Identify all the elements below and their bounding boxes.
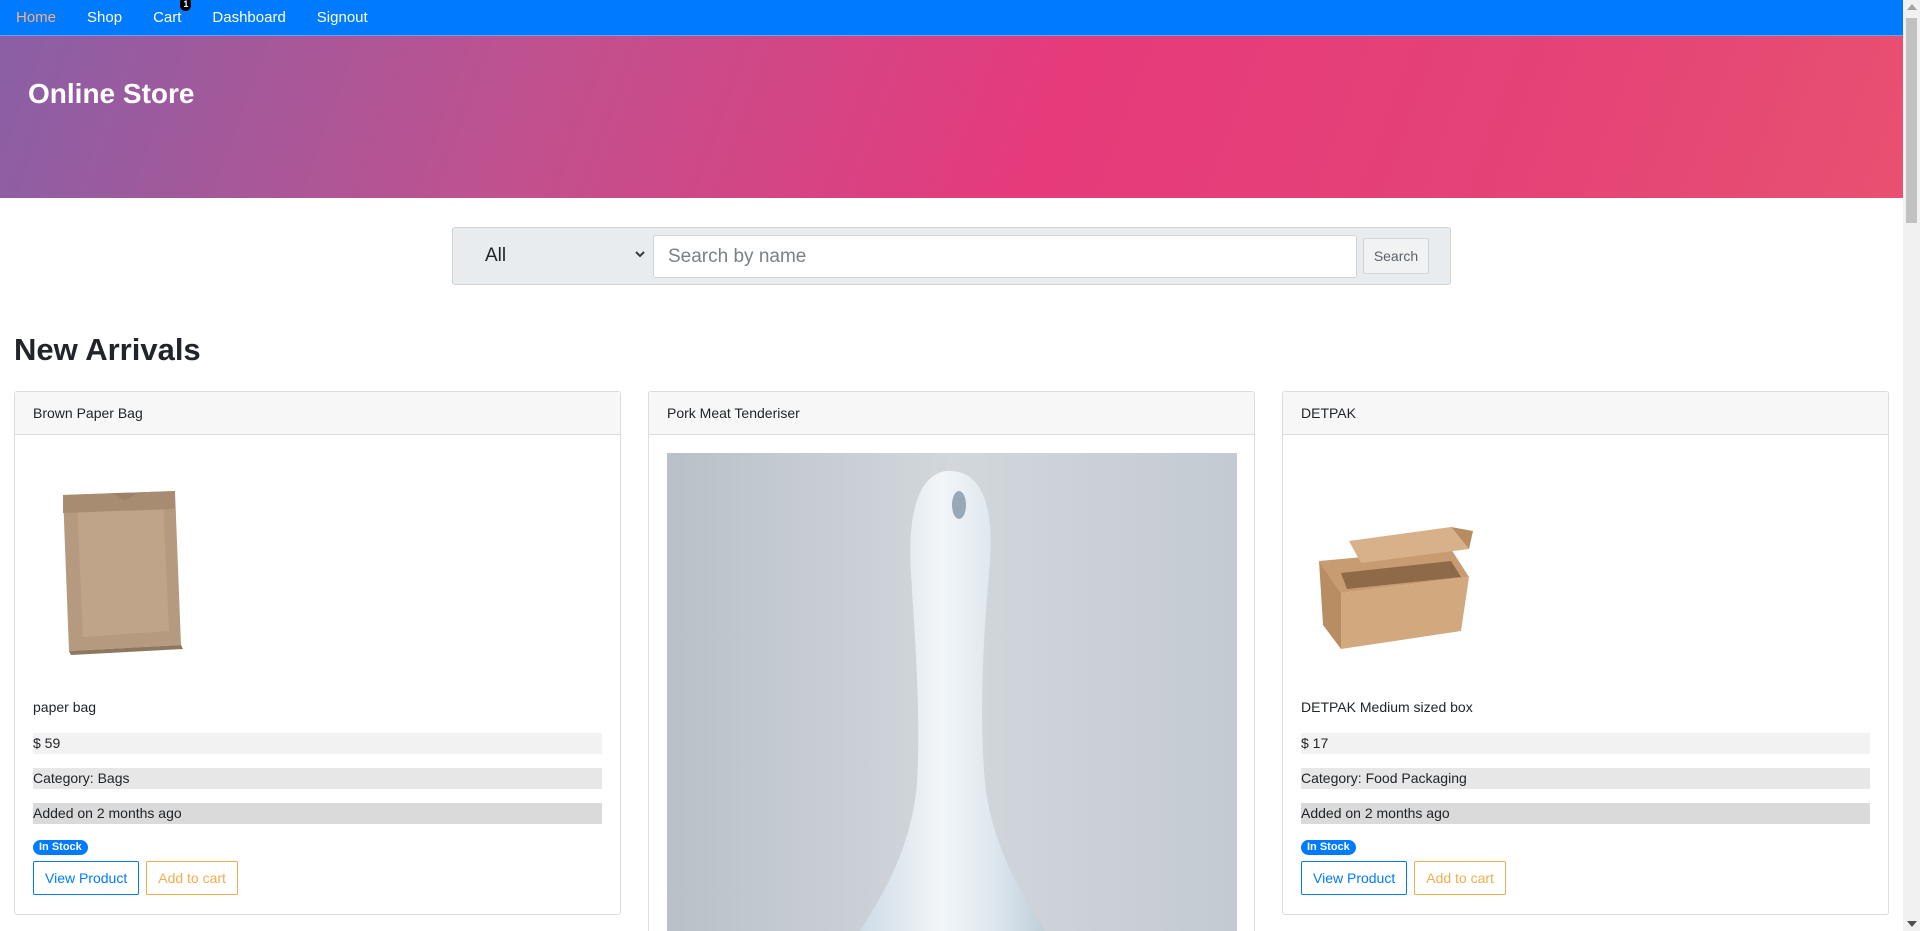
product-card: DETPAK DETPAK Medium sized box $ 17 Cate… [1282,391,1889,915]
scrollbar-thumb[interactable] [1906,18,1917,223]
scroll-up-icon[interactable] [1907,4,1917,10]
nav-shop-link[interactable]: Shop [87,9,122,26]
add-to-cart-button[interactable]: Add to cart [146,861,238,895]
view-product-button[interactable]: View Product [33,861,140,895]
top-navbar: Home Shop Cart 1 Dashboard Signout [0,0,1903,36]
food-box-image [1319,527,1473,649]
product-image [1301,453,1870,685]
product-category: Category: Bags [33,768,602,789]
product-card: Brown Paper Bag paper bag $ 59 Category:… [14,391,621,915]
scroll-down-icon[interactable] [1907,921,1917,927]
search-button[interactable]: Search [1363,238,1429,274]
in-stock-badge: In Stock [1301,840,1356,855]
in-stock-badge: In Stock [33,840,88,855]
product-image [33,453,602,685]
nav-home-link[interactable]: Home [16,9,56,26]
product-added-date: Added on 2 months ago [1301,803,1870,824]
product-name: DETPAK [1283,392,1888,435]
search-input[interactable] [653,235,1357,278]
hero-banner: Online Store [0,36,1903,198]
nav-signout-link[interactable]: Signout [317,9,368,26]
nav-cart-label: Cart [153,9,182,26]
product-name: Pork Meat Tenderiser [649,392,1254,435]
add-to-cart-button[interactable]: Add to cart [1414,861,1506,895]
product-description: DETPAK Medium sized box [1301,699,1473,715]
nav-dashboard-link[interactable]: Dashboard [212,9,285,26]
view-product-button[interactable]: View Product [1301,861,1408,895]
cart-count-badge: 1 [180,0,192,11]
meat-tenderiser-image [667,453,1237,931]
page-scrollbar[interactable] [1903,0,1920,931]
category-select[interactable]: All [463,235,653,277]
category-selected-value: All [485,245,507,266]
product-price: $ 59 [33,733,602,754]
product-card: Pork Meat Tenderiser [648,391,1255,931]
product-category: Category: Food Packaging [1301,768,1870,789]
paper-bag-image [63,491,183,655]
search-bar: All Search [452,227,1451,285]
nav-cart-link[interactable]: Cart 1 [153,0,192,26]
product-description: paper bag [33,699,97,715]
section-title: New Arrivals [14,332,201,367]
chevron-down-icon [635,251,645,258]
page-title: Online Store [28,78,195,109]
product-name: Brown Paper Bag [15,392,620,435]
product-price: $ 17 [1301,733,1870,754]
product-added-date: Added on 2 months ago [33,803,602,824]
